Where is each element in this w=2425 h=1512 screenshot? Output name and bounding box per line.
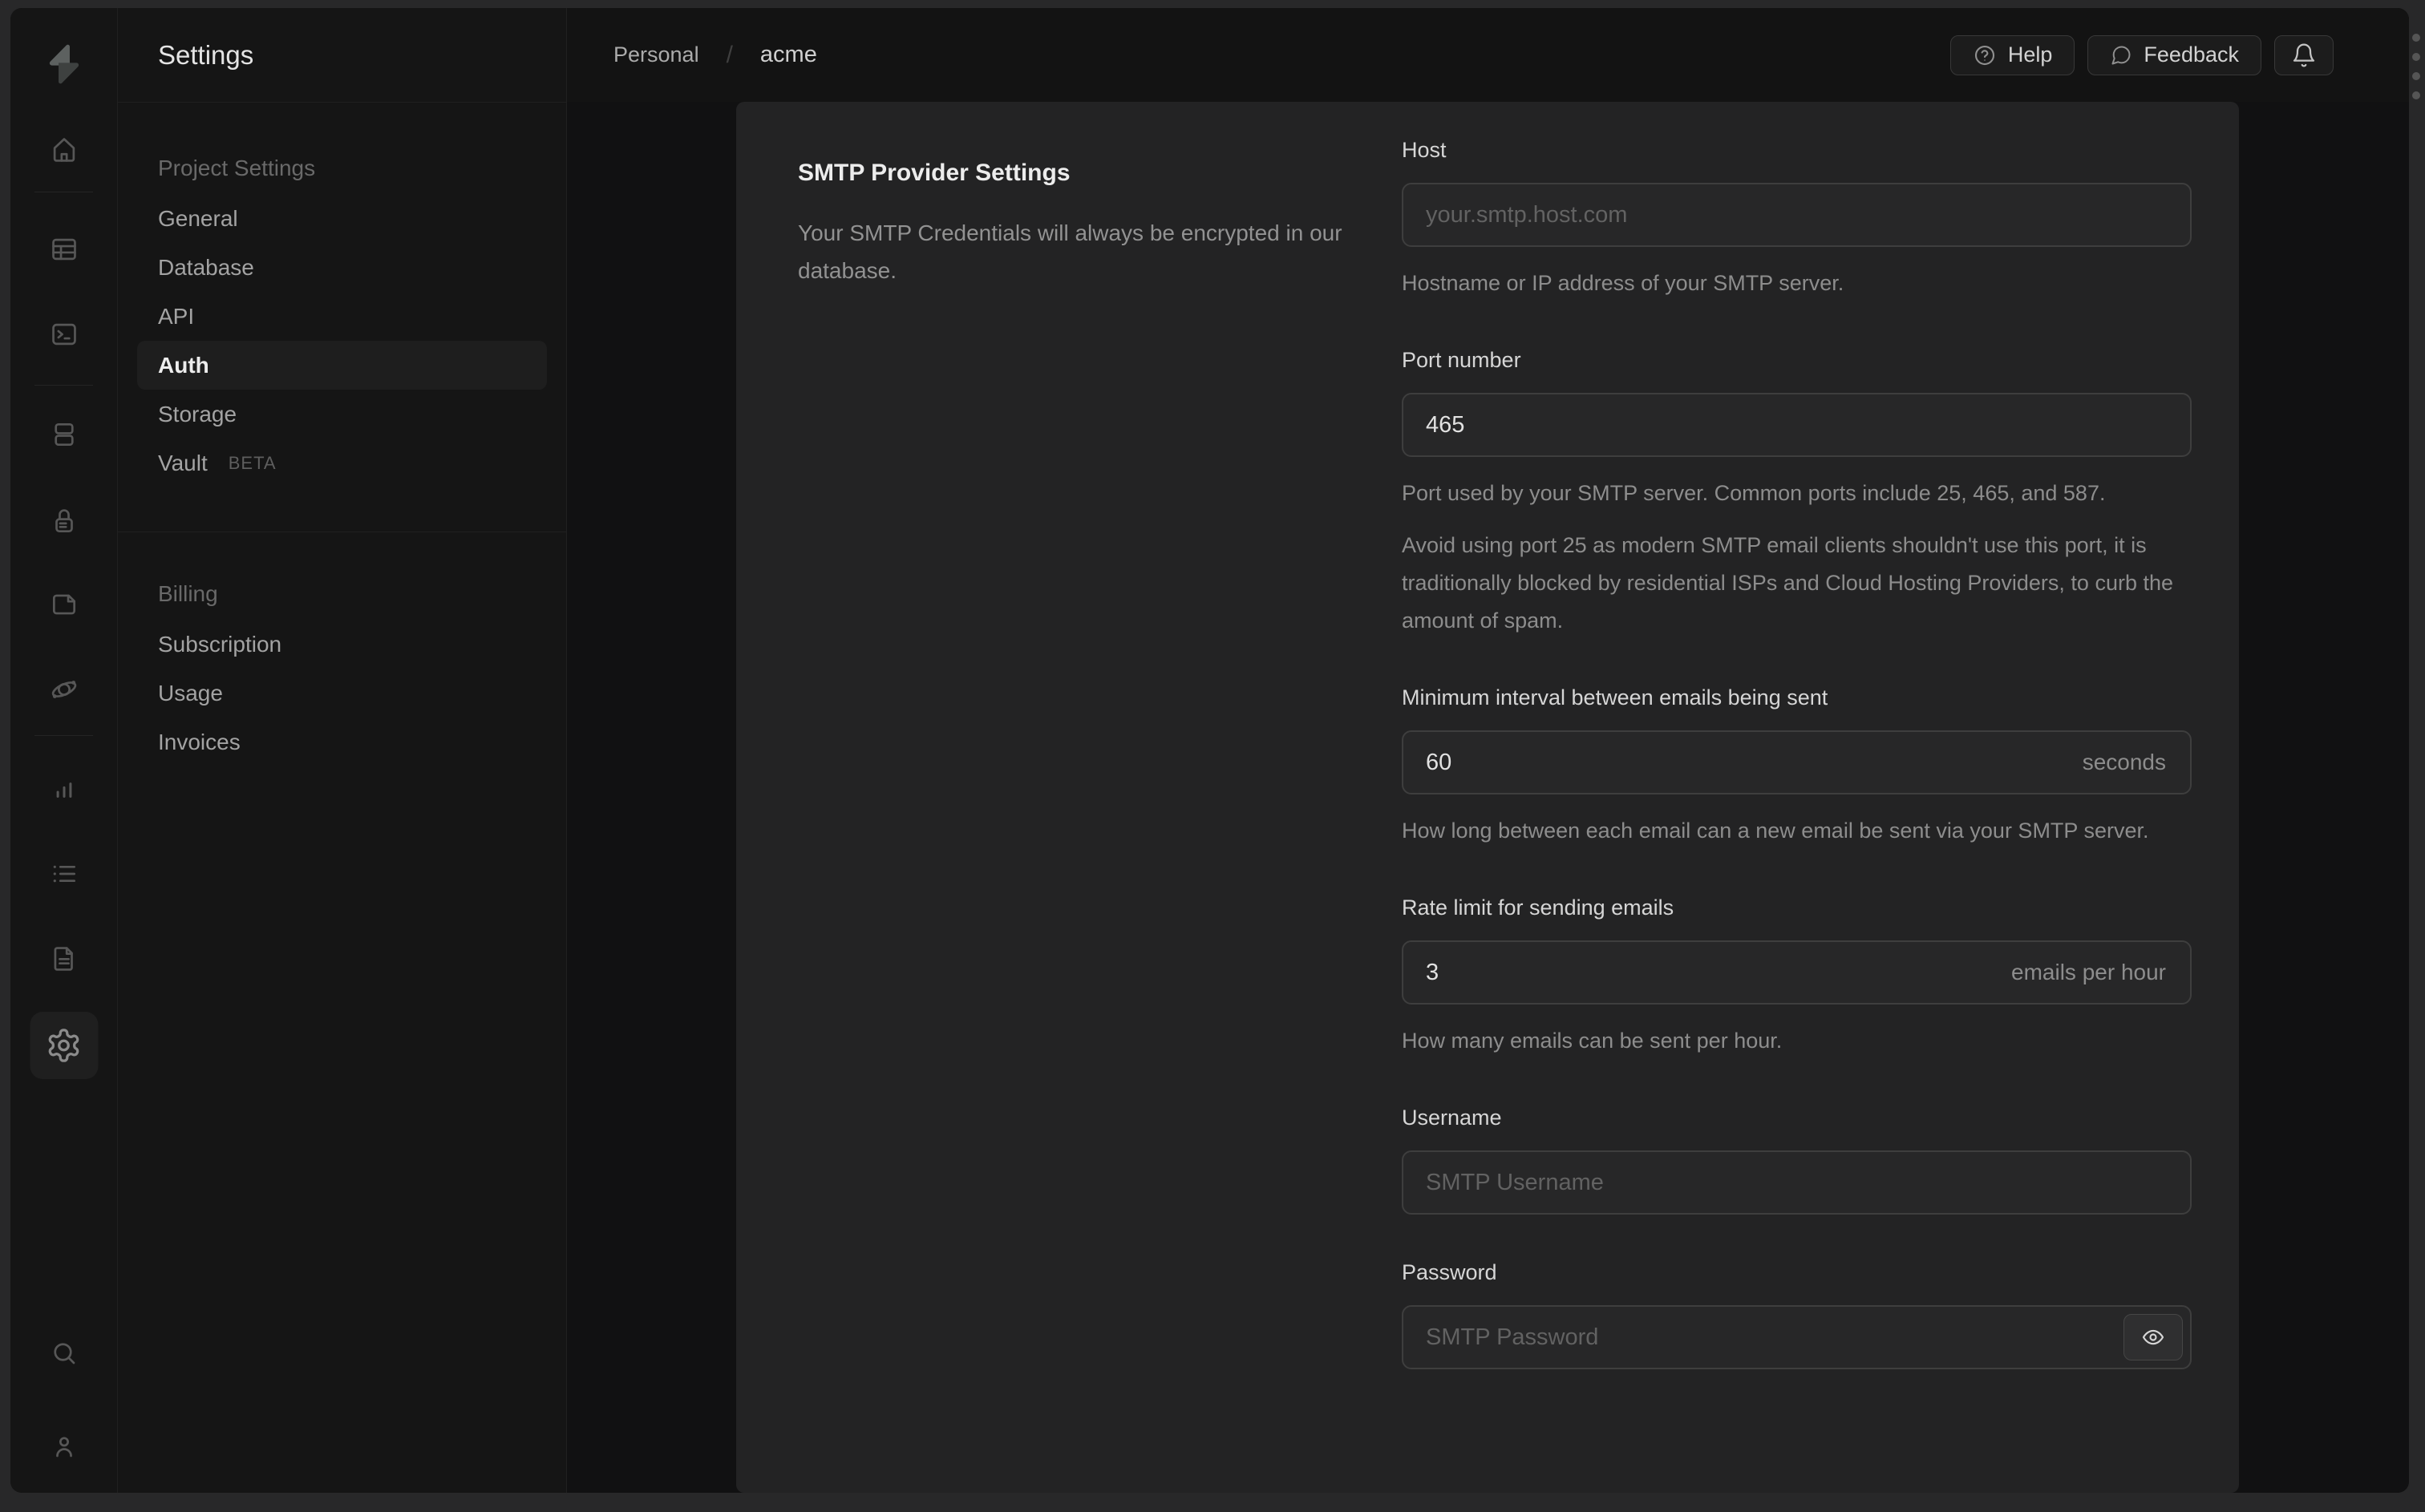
- rate-limit-helper: How many emails can be sent per hour.: [1402, 1029, 1783, 1053]
- rate-limit-input[interactable]: [1403, 959, 2012, 986]
- smtp-settings-card: SMTP Provider Settings Your SMTP Credent…: [736, 102, 2239, 1493]
- feedback-bubble-icon: [2110, 44, 2132, 67]
- rate-limit-field: Rate limit for sending emails emails per…: [1402, 895, 2192, 1060]
- breadcrumb-org[interactable]: Personal: [613, 42, 699, 67]
- sidebar-item-api[interactable]: API: [137, 292, 547, 341]
- sidebar-item-invoices[interactable]: Invoices: [137, 718, 547, 766]
- smtp-form: Host Hostname or IP address of your SMTP…: [1402, 137, 2192, 1414]
- supabase-logo-icon[interactable]: [42, 42, 87, 87]
- sidebar-item-usage[interactable]: Usage: [137, 669, 547, 718]
- rate-limit-suffix: emails per hour: [2011, 960, 2166, 984]
- sidebar-item-auth[interactable]: Auth: [137, 341, 547, 390]
- host-field: Host Hostname or IP address of your SMTP…: [1402, 137, 2192, 302]
- breadcrumb-separator: /: [726, 41, 733, 68]
- help-button[interactable]: Help: [1949, 34, 2075, 75]
- port-label: Port number: [1402, 348, 1521, 372]
- sidebar-item-storage[interactable]: Storage: [137, 390, 547, 439]
- port-helper: Port used by your SMTP server. Common po…: [1402, 481, 2106, 505]
- port-warning: Avoid using port 25 as modern SMTP email…: [1402, 533, 2174, 633]
- table-editor-icon[interactable]: [42, 227, 87, 272]
- host-input[interactable]: [1403, 201, 2190, 228]
- interval-helper: How long between each email can a new em…: [1402, 819, 2149, 843]
- rail-divider: [34, 735, 93, 736]
- beta-badge: BETA: [228, 452, 277, 473]
- sidebar-item-vault[interactable]: Vault BETA: [137, 439, 547, 487]
- project-settings-gear-icon[interactable]: [30, 1012, 98, 1079]
- top-header: Personal / acme Help Feedback: [567, 8, 2409, 103]
- panel-description: Your SMTP Credentials will always be enc…: [798, 220, 1342, 283]
- feedback-button[interactable]: Feedback: [2087, 34, 2261, 75]
- frame-dot: [2412, 34, 2420, 42]
- sidebar-item-general[interactable]: General: [137, 194, 547, 243]
- docs-icon[interactable]: [42, 936, 87, 981]
- bell-icon: [2291, 42, 2317, 68]
- edge-functions-icon[interactable]: [42, 667, 87, 712]
- host-helper: Hostname or IP address of your SMTP serv…: [1402, 271, 1844, 295]
- reveal-password-button[interactable]: [2123, 1314, 2183, 1360]
- sidebar-item-database[interactable]: Database: [137, 243, 547, 292]
- interval-input[interactable]: [1403, 749, 2083, 776]
- breadcrumb-project[interactable]: acme: [760, 42, 817, 68]
- sidebar-item-subscription[interactable]: Subscription: [137, 620, 547, 669]
- settings-sidebar: Settings Project Settings General Databa…: [118, 8, 567, 1493]
- port-field: Port number Port used by your SMTP serve…: [1402, 347, 2192, 640]
- port-input[interactable]: [1403, 411, 2190, 439]
- interval-label: Minimum interval between emails being se…: [1402, 685, 1828, 710]
- password-field: Password: [1402, 1259, 2192, 1369]
- reports-icon[interactable]: [42, 766, 87, 811]
- panel-title: SMTP Provider Settings: [798, 159, 1071, 186]
- rate-limit-label: Rate limit for sending emails: [1402, 895, 1674, 920]
- eye-icon: [2141, 1325, 2165, 1349]
- rail-divider: [34, 385, 93, 386]
- username-input[interactable]: [1403, 1169, 2190, 1196]
- username-label: Username: [1402, 1106, 1502, 1130]
- search-icon[interactable]: [42, 1331, 87, 1376]
- password-input[interactable]: [1403, 1324, 2190, 1351]
- notifications-button[interactable]: [2274, 34, 2334, 75]
- logs-icon[interactable]: [42, 851, 87, 896]
- frame-dot: [2412, 72, 2420, 80]
- app-window: Settings Project Settings General Databa…: [10, 8, 2409, 1493]
- host-label: Host: [1402, 138, 1447, 162]
- section-header-project-settings: Project Settings: [158, 156, 316, 180]
- sidebar-title: Settings: [118, 8, 566, 103]
- interval-field: Minimum interval between emails being se…: [1402, 685, 2192, 850]
- home-icon[interactable]: [42, 127, 87, 172]
- interval-suffix: seconds: [2082, 750, 2166, 774]
- storage-icon[interactable]: [42, 582, 87, 627]
- sql-editor-icon[interactable]: [42, 312, 87, 357]
- database-icon[interactable]: [42, 412, 87, 457]
- account-icon[interactable]: [42, 1424, 87, 1469]
- breadcrumb: Personal / acme: [567, 42, 817, 69]
- help-circle-icon: [1973, 43, 1997, 67]
- username-field: Username: [1402, 1105, 2192, 1215]
- section-header-billing: Billing: [158, 581, 218, 606]
- icon-rail: [10, 8, 118, 1493]
- frame-dot: [2412, 91, 2420, 99]
- auth-lock-icon[interactable]: [42, 499, 87, 544]
- password-label: Password: [1402, 1260, 1497, 1284]
- frame-dot: [2412, 53, 2420, 61]
